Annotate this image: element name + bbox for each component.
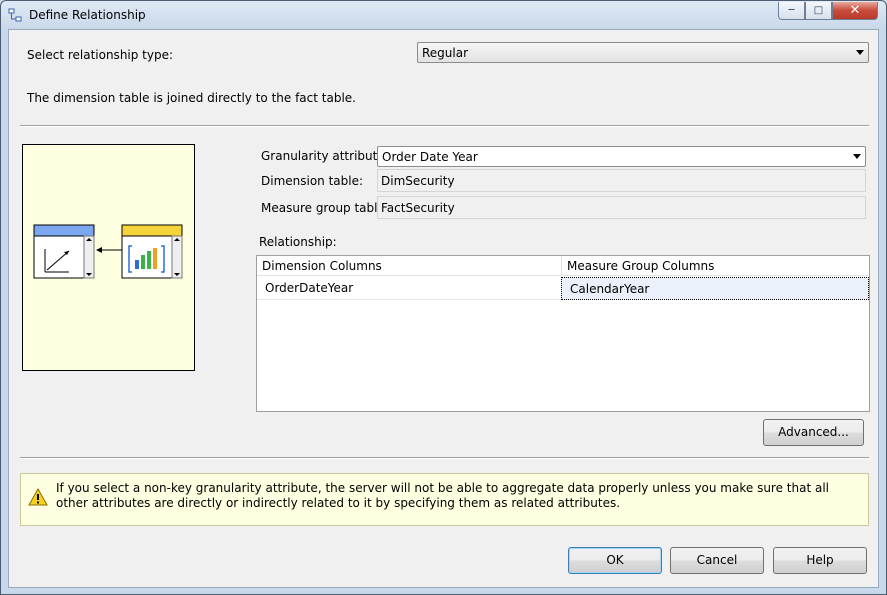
cancel-button[interactable]: Cancel — [670, 547, 764, 574]
fact-table-icon — [121, 224, 183, 279]
column-header-measure-group[interactable]: Measure Group Columns — [562, 256, 869, 276]
help-button[interactable]: Help — [773, 547, 867, 574]
relationship-description: The dimension table is joined directly t… — [27, 91, 356, 105]
maximize-button[interactable]: □ — [805, 2, 832, 20]
window-title: Define Relationship — [29, 8, 146, 22]
top-separator — [20, 125, 869, 127]
ok-button[interactable]: OK — [568, 547, 662, 574]
table-cell-dimension-column[interactable]: OrderDateYear — [257, 277, 561, 300]
minimize-button[interactable]: ─ — [778, 2, 805, 20]
granularity-value: Order Date Year — [382, 150, 478, 164]
dialog-client-area: Select relationship type: Regular The di… — [8, 29, 879, 588]
dimension-table-icon — [33, 224, 95, 279]
define-relationship-window: Define Relationship ─ □ ✕ Select relatio… — [0, 0, 887, 595]
warning-icon — [28, 488, 48, 506]
close-button[interactable]: ✕ — [832, 2, 878, 20]
close-icon: ✕ — [849, 3, 861, 18]
minimize-icon: ─ — [788, 5, 795, 16]
chevron-down-icon — [853, 154, 861, 159]
bottom-separator — [20, 457, 869, 459]
dimension-table-label: Dimension table: — [261, 174, 364, 188]
table-cell-measure-group-column[interactable]: CalendarYear — [561, 277, 869, 300]
maximize-icon: □ — [813, 5, 824, 16]
granularity-label: Granularity attribute: — [261, 149, 389, 163]
warning-text: If you select a non-key granularity attr… — [56, 481, 829, 510]
measure-group-table-value: FactSecurity — [381, 201, 455, 215]
relationship-label: Relationship: — [259, 235, 337, 249]
measure-group-table-label: Measure group table: — [261, 201, 389, 215]
granularity-select[interactable]: Order Date Year — [377, 146, 866, 167]
relationship-type-select[interactable]: Regular — [417, 42, 869, 63]
title-bar[interactable]: Define Relationship ─ □ ✕ — [1, 1, 886, 29]
relationship-arrow — [96, 247, 122, 253]
measure-group-table-field: FactSecurity — [377, 196, 866, 219]
advanced-button[interactable]: Advanced... — [763, 419, 864, 446]
dimension-table-field: DimSecurity — [377, 169, 866, 192]
dimension-table-value: DimSecurity — [381, 174, 455, 188]
relationship-grid[interactable]: Dimension Columns Measure Group Columns … — [256, 255, 870, 412]
warning-panel: If you select a non-key granularity attr… — [20, 473, 869, 526]
relationship-diagram — [22, 144, 195, 371]
column-header-dimension[interactable]: Dimension Columns — [257, 256, 562, 276]
diagram-graphic — [33, 224, 183, 279]
relationship-type-label: Select relationship type: — [27, 48, 174, 62]
chevron-down-icon — [856, 50, 864, 55]
relationship-icon — [8, 8, 22, 22]
relationship-type-value: Regular — [422, 46, 469, 60]
